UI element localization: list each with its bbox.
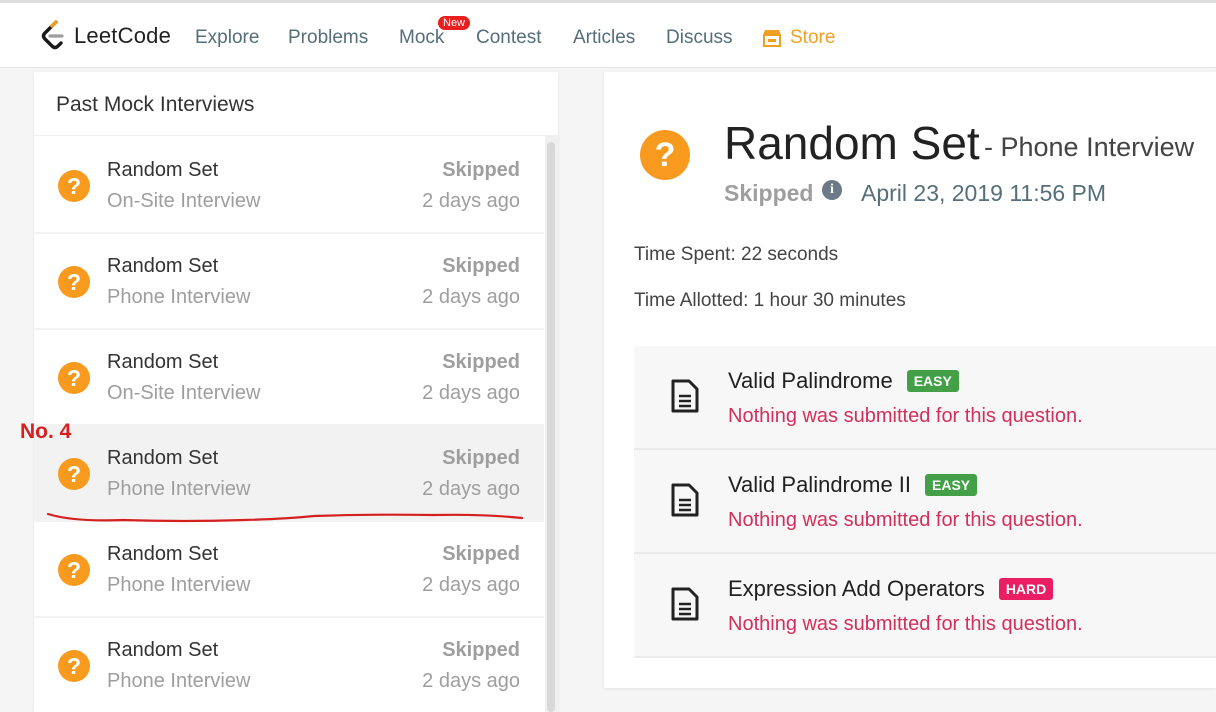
logo-text: LeetCode [74, 23, 172, 48]
nav-articles[interactable]: Articles [573, 27, 635, 49]
question-name: Expression Add Operators [728, 576, 985, 601]
list-item[interactable]: ? Random Set Phone Interview Skipped 2 d… [34, 522, 544, 618]
item-time: 2 days ago [422, 382, 520, 404]
info-icon[interactable]: i [822, 180, 842, 200]
item-time: 2 days ago [422, 670, 520, 692]
nav-contest[interactable]: Contest [476, 27, 541, 49]
interview-detail-panel: ? Random Set - Phone Interview Skipped i… [604, 72, 1216, 688]
time-allotted: Time Allotted: 1 hour 30 minutes [634, 290, 906, 311]
question-name: Valid Palindrome [728, 368, 893, 393]
document-icon [671, 587, 699, 621]
item-type: On-Site Interview [107, 190, 261, 212]
item-time: 2 days ago [422, 478, 520, 500]
past-interviews-panel: Past Mock Interviews ? Random Set On-Sit… [34, 72, 558, 712]
item-title: Random Set [107, 255, 219, 277]
question-mark-icon: ? [58, 266, 90, 298]
item-status: Skipped [442, 351, 520, 373]
detail-title: Random Set [724, 117, 980, 169]
nav-store[interactable]: Store [762, 27, 835, 49]
nav-explore[interactable]: Explore [195, 27, 259, 49]
item-time: 2 days ago [422, 190, 520, 212]
item-status: Skipped [442, 543, 520, 565]
new-badge: New [438, 16, 471, 30]
item-time: 2 days ago [422, 574, 520, 596]
item-type: Phone Interview [107, 670, 251, 692]
store-label: Store [790, 27, 836, 48]
time-spent: Time Spent: 22 seconds [634, 244, 839, 265]
question-row[interactable]: Valid Palindrome EASY Nothing was submit… [634, 346, 1216, 450]
list-item[interactable]: ? Random Set On-Site Interview Skipped 2… [34, 330, 544, 426]
document-icon [671, 483, 699, 517]
item-title: Random Set [107, 159, 219, 181]
detail-interview-type: - Phone Interview [984, 132, 1195, 162]
difficulty-badge: EASY [925, 474, 978, 496]
item-title: Random Set [107, 639, 219, 661]
difficulty-badge: HARD [998, 578, 1054, 600]
item-status: Skipped [442, 447, 520, 469]
panel-title: Past Mock Interviews [34, 72, 558, 136]
nav-problems[interactable]: Problems [288, 27, 368, 49]
question-name: Valid Palindrome II [728, 472, 912, 497]
question-mark-icon: ? [58, 362, 90, 394]
question-mark-icon: ? [640, 130, 690, 180]
list-item[interactable]: ? Random Set Phone Interview Skipped 2 d… [34, 618, 544, 712]
detail-status: Skipped [724, 180, 814, 206]
item-type: Phone Interview [107, 286, 251, 308]
question-list: Valid Palindrome EASY Nothing was submit… [634, 346, 1216, 658]
question-row[interactable]: Valid Palindrome II EASY Nothing was sub… [634, 450, 1216, 554]
annotation-underline [46, 512, 524, 523]
item-status: Skipped [442, 255, 520, 277]
nav-discuss[interactable]: Discuss [666, 27, 733, 49]
item-time: 2 days ago [422, 286, 520, 308]
item-status: Skipped [442, 159, 520, 181]
interview-list: ? Random Set On-Site Interview Skipped 2… [34, 138, 544, 712]
item-title: Random Set [107, 543, 219, 565]
annotation-label: No. 4 [20, 420, 72, 443]
question-row[interactable]: Expression Add Operators HARD Nothing wa… [634, 554, 1216, 658]
store-icon [763, 30, 781, 47]
question-mark-icon: ? [58, 458, 90, 490]
item-status: Skipped [442, 639, 520, 661]
question-title[interactable]: Expression Add Operators HARD [728, 576, 1054, 602]
submission-note: Nothing was submitted for this question. [728, 509, 1083, 531]
question-mark-icon: ? [58, 650, 90, 682]
item-type: On-Site Interview [107, 382, 261, 404]
top-navbar: LeetCode Explore Problems Mock New Conte… [0, 0, 1216, 68]
item-type: Phone Interview [107, 478, 251, 500]
submission-note: Nothing was submitted for this question. [728, 405, 1083, 427]
difficulty-badge: EASY [906, 370, 959, 392]
document-icon [671, 379, 699, 413]
item-title: Random Set [107, 351, 219, 373]
question-title[interactable]: Valid Palindrome EASY [728, 368, 959, 394]
nav-mock[interactable]: Mock [399, 27, 444, 49]
submission-note: Nothing was submitted for this question. [728, 613, 1083, 635]
detail-date: April 23, 2019 11:56 PM [861, 180, 1107, 206]
list-item[interactable]: ? Random Set On-Site Interview Skipped 2… [34, 138, 544, 234]
question-mark-icon: ? [58, 170, 90, 202]
item-title: Random Set [107, 447, 219, 469]
question-mark-icon: ? [58, 554, 90, 586]
item-type: Phone Interview [107, 574, 251, 596]
scrollbar-thumb[interactable] [547, 142, 555, 712]
list-item[interactable]: ? Random Set Phone Interview Skipped 2 d… [34, 234, 544, 330]
question-title[interactable]: Valid Palindrome II EASY [728, 472, 978, 498]
leetcode-logo-icon [41, 20, 64, 50]
leetcode-logo[interactable]: LeetCode [40, 20, 171, 52]
